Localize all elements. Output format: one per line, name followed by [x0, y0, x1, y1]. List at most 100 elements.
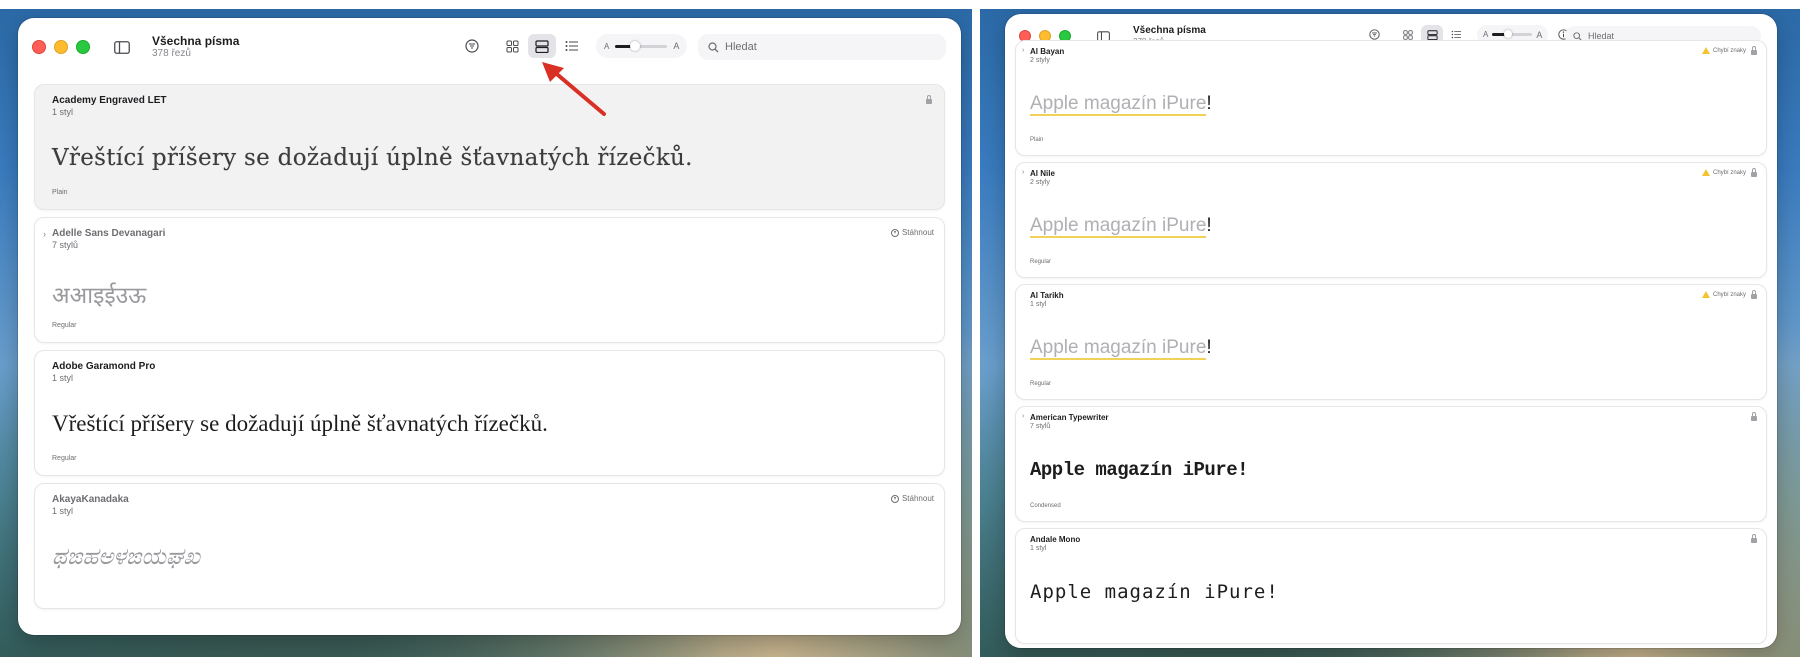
font-sample: Apple magazín iPure!	[1030, 215, 1212, 238]
lock-icon	[1751, 412, 1757, 421]
font-sample: Vřeštící příšery se dožadují úplně šťavn…	[52, 411, 548, 436]
style-count: 2 styly	[1030, 57, 1050, 64]
font-card[interactable]: AkayaKanadaka 1 styl Stáhnout ಥಙಹಅಳಙಯಘಖ	[34, 483, 945, 609]
window-title: Všechna písma	[1133, 25, 1206, 37]
slider-small-label: A	[604, 41, 610, 51]
style-count: 2 styly	[1030, 179, 1050, 186]
sample-suffix: !	[1206, 93, 1212, 114]
chevron-right-icon[interactable]: ›	[43, 229, 46, 239]
slider-large-label: A	[673, 41, 680, 51]
search-placeholder: Hledat	[725, 41, 757, 53]
download-button[interactable]: Stáhnout	[890, 228, 934, 237]
font-name: Andale Mono	[1030, 535, 1081, 544]
sample-suffix: !	[1206, 215, 1212, 236]
style-name: Regular	[1030, 381, 1052, 387]
font-sample: Apple magazín iPure!	[1030, 459, 1249, 481]
screenshot-left: Všechna písma 378 řezů A A Hledat Academ…	[0, 9, 972, 657]
lock-icon	[926, 95, 932, 104]
download-icon	[890, 494, 899, 503]
style-name: Regular	[52, 322, 77, 329]
style-count: 1 styl	[52, 506, 74, 516]
font-card[interactable]: Academy Engraved LET 1 styl Vřeštící pří…	[34, 84, 945, 210]
warning-icon	[1701, 169, 1710, 176]
font-sample: ಥಙಹಅಳಙಯಘಖ	[52, 544, 201, 570]
warning-icon	[1701, 291, 1710, 298]
font-list: Academy Engraved LET 1 styl Vřeštící pří…	[18, 84, 961, 616]
download-icon	[890, 228, 899, 237]
preview-size-slider[interactable]: A A	[596, 34, 688, 58]
font-card[interactable]: › American Typewriter 7 stylů Apple maga…	[1015, 406, 1767, 522]
style-count: 7 stylů	[52, 240, 79, 250]
strip-view-icon[interactable]	[528, 34, 556, 58]
slider-thumb[interactable]	[629, 40, 640, 51]
window-title-block: Všechna písma 378 řezů	[152, 34, 239, 60]
sample-suffix: !	[1206, 337, 1212, 358]
missing-glyphs-label: Chybí znaky	[1712, 47, 1746, 54]
window-title: Všechna písma	[152, 33, 240, 48]
missing-glyphs-label: Chybí znaky	[1712, 291, 1746, 298]
sample-text: Apple magazín iPure	[1030, 337, 1207, 360]
font-book-window: Všechna písma 378 řezů A A	[18, 18, 961, 635]
chevron-right-icon[interactable]: ›	[1022, 169, 1024, 176]
font-list: › Al Bayan 2 styly Chybí znaky Apple mag…	[1005, 40, 1777, 648]
font-card[interactable]: › Al Nile 2 styly Chybí znaky Apple maga…	[1015, 162, 1767, 278]
lock-icon	[1751, 534, 1757, 543]
font-book-window: Všechna písma 378 řezů A A	[1005, 14, 1777, 648]
chevron-right-icon[interactable]: ›	[1022, 413, 1024, 420]
warning-icon	[1701, 47, 1710, 54]
font-name: Adelle Sans Devanagari	[52, 228, 166, 239]
font-card[interactable]: Al Tarikh 1 styl Chybí znaky Apple magaz…	[1015, 284, 1767, 400]
style-count: 1 styl	[52, 373, 74, 383]
sample-text: Apple magazín iPure	[1030, 215, 1207, 238]
font-name: Al Tarikh	[1030, 291, 1064, 300]
font-card[interactable]: › Al Bayan 2 styly Chybí znaky Apple mag…	[1015, 40, 1767, 156]
font-card[interactable]: Adobe Garamond Pro 1 styl Vřeštící příše…	[34, 350, 945, 476]
search-icon	[708, 41, 719, 52]
missing-glyphs-badge: Chybí znaky	[1701, 169, 1746, 176]
missing-glyphs-label: Chybí znaky	[1712, 169, 1746, 176]
window-subtitle: 378 řezů	[152, 48, 191, 60]
close-button[interactable]	[32, 40, 46, 54]
font-card[interactable]: Andale Mono 1 styl Apple magazín iPure!	[1015, 528, 1767, 644]
download-label: Stáhnout	[901, 494, 934, 503]
font-name: AkayaKanadaka	[52, 494, 129, 505]
style-name: Plain	[1030, 137, 1044, 143]
view-toolbar: A A	[458, 34, 723, 58]
font-name: Al Nile	[1030, 169, 1055, 178]
style-name: Condensed	[1030, 503, 1061, 509]
lock-icon	[1751, 46, 1757, 55]
missing-glyphs-badge: Chybí znaky	[1701, 291, 1746, 298]
font-sample: Apple magazín iPure!	[1030, 581, 1279, 603]
missing-glyphs-badge: Chybí znaky	[1701, 47, 1746, 54]
traffic-lights	[32, 40, 90, 54]
zoom-button[interactable]	[76, 40, 90, 54]
download-label: Stáhnout	[901, 228, 934, 237]
style-name: Regular	[1030, 259, 1052, 265]
style-name: Regular	[52, 455, 77, 462]
download-button[interactable]: Stáhnout	[890, 494, 934, 503]
filter-circle-icon[interactable]	[458, 34, 486, 58]
minimize-button[interactable]	[54, 40, 68, 54]
slider-track[interactable]	[1492, 30, 1533, 38]
search-field[interactable]: Hledat	[698, 34, 946, 60]
chevron-right-icon[interactable]: ›	[1022, 47, 1024, 54]
font-card[interactable]: › Adelle Sans Devanagari 7 stylů Stáhnou…	[34, 217, 945, 343]
screenshot-right: Všechna písma 378 řezů A A	[980, 9, 1800, 657]
font-sample: Apple magazín iPure!	[1030, 337, 1212, 360]
slider-thumb[interactable]	[1503, 30, 1512, 38]
font-name: Al Bayan	[1030, 47, 1065, 56]
sample-text: Apple magazín iPure	[1030, 93, 1207, 116]
slider-track[interactable]	[615, 40, 668, 51]
lock-icon	[1751, 168, 1757, 177]
grid-view-icon[interactable]	[498, 34, 526, 58]
font-name: Academy Engraved LET	[52, 95, 167, 106]
list-view-icon[interactable]	[558, 34, 586, 58]
style-count: 1 styl	[52, 107, 74, 117]
font-name: Adobe Garamond Pro	[52, 361, 156, 372]
slider-small-label: A	[1483, 30, 1489, 39]
font-sample: अआइईउऊ	[52, 283, 147, 309]
slider-large-label: A	[1536, 29, 1543, 40]
lock-icon	[1751, 290, 1757, 299]
sidebar-toggle-icon[interactable]	[108, 35, 136, 59]
style-name: Plain	[52, 189, 68, 196]
